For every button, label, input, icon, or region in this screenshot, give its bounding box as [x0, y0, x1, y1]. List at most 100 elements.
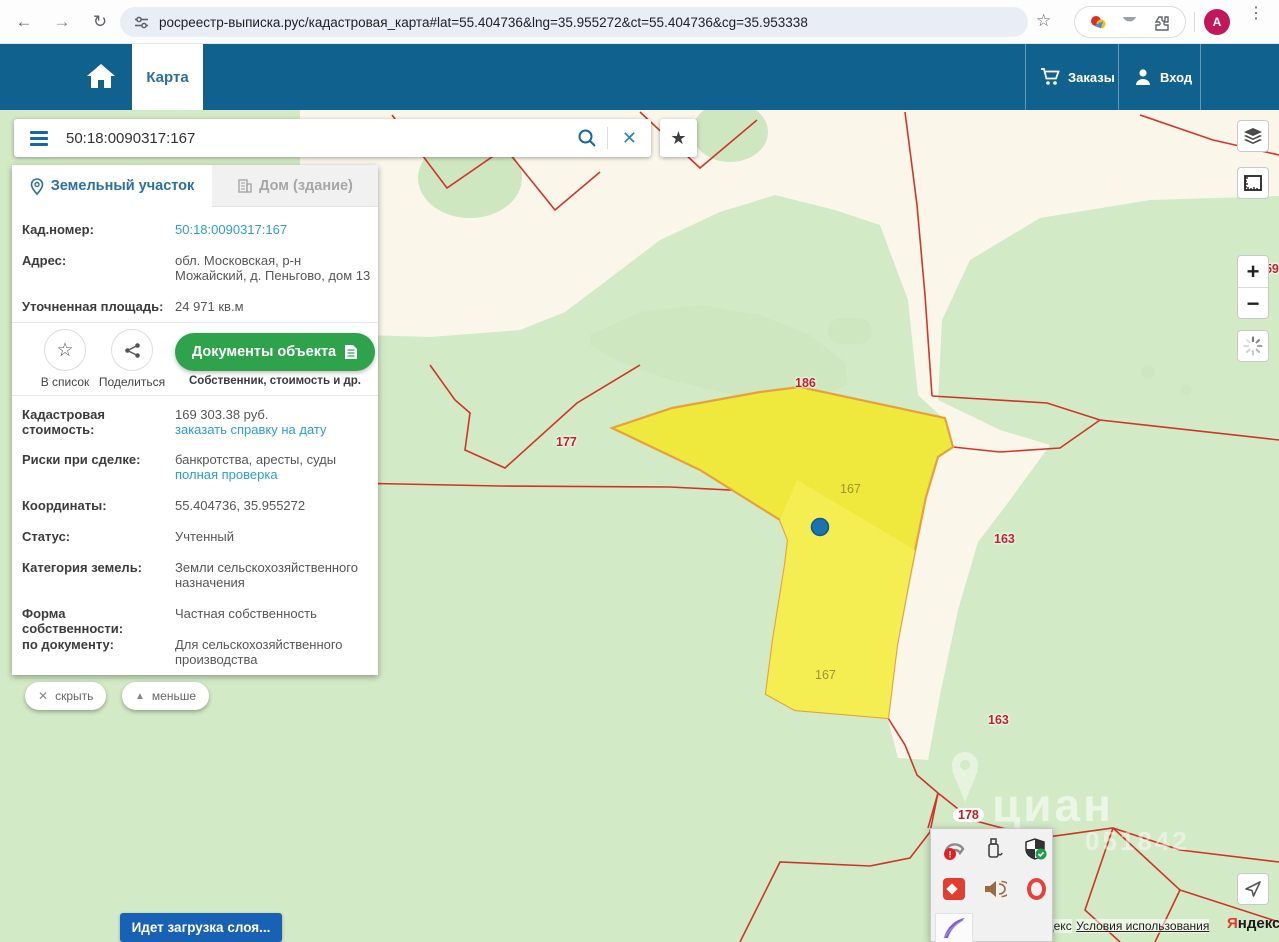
field-label: Уточненная площадь:	[22, 299, 170, 314]
parcel-label-186: 186	[795, 376, 816, 390]
share-button[interactable]	[111, 329, 153, 371]
yandex-logo[interactable]: Яндекс	[1227, 915, 1279, 932]
extensions-puzzle-icon[interactable]	[1153, 14, 1170, 31]
field-label: Форма собственности:	[22, 606, 170, 636]
tab-land-label: Земельный участок	[51, 178, 195, 194]
docs-button-label: Документы объекта	[192, 344, 336, 360]
by-document-value: Для сельскохозяйственного производства	[175, 637, 371, 667]
loading-spinner-button[interactable]	[1237, 330, 1269, 362]
add-to-list-button[interactable]: ☆	[44, 329, 86, 371]
red-app-icon[interactable]	[939, 874, 969, 904]
nav-orders-label: Заказы	[1068, 70, 1115, 85]
terms-of-use-link[interactable]: Условия использования	[1076, 919, 1209, 933]
extensions-pill	[1074, 6, 1186, 38]
extension-icon-1[interactable]	[1090, 14, 1107, 31]
toolbar-divider	[1194, 12, 1195, 32]
nav-orders[interactable]: Заказы	[1040, 44, 1115, 110]
zoom-control: + −	[1237, 255, 1269, 319]
measure-button[interactable]	[1237, 167, 1269, 199]
volume-icon[interactable]	[980, 874, 1010, 904]
favorites-button[interactable]: ★	[660, 119, 697, 157]
home-icon[interactable]	[84, 59, 118, 93]
parcel-label-163a: 163	[994, 532, 1015, 546]
tab-house[interactable]: Дом (здание)	[212, 165, 378, 207]
feather-pen-cell[interactable]	[935, 913, 973, 942]
nav-divider-1	[1025, 44, 1026, 110]
order-certificate-link[interactable]: заказать справку на дату	[175, 422, 327, 437]
parcel-info-panel: Земельный участок Дом (здание) Кад.номер…	[12, 165, 378, 675]
docs-button-caption: Собственник, стоимость и др.	[175, 375, 375, 387]
nav-divider-3	[1200, 44, 1201, 110]
full-check-link[interactable]: полная проверка	[175, 467, 278, 482]
field-label: Статус:	[22, 529, 170, 544]
search-bar: ✕	[14, 119, 651, 157]
bookmark-star-icon[interactable]: ☆	[1036, 11, 1051, 31]
watermark-digits: 051842	[1085, 826, 1190, 857]
nav-login-label: Вход	[1160, 70, 1192, 85]
field-label: Риски при сделке:	[22, 452, 170, 467]
yandex-logo-first-letter: Я	[1227, 915, 1238, 932]
back-button[interactable]: ←	[10, 8, 38, 36]
map-attribution: ндекс Условия использования	[1040, 917, 1209, 935]
layers-button[interactable]	[1237, 120, 1269, 152]
field-label: Адрес:	[22, 253, 170, 268]
field-value: 24 971 кв.м	[175, 299, 371, 314]
search-icon[interactable]	[577, 128, 597, 148]
geolocate-button[interactable]	[1237, 873, 1269, 905]
menu-kebab-icon[interactable]: ⋮	[1248, 9, 1260, 18]
field-value: обл. Московская, р-н Можайский, д. Пеньг…	[175, 253, 371, 283]
headset-alert-icon[interactable]: !	[939, 834, 969, 864]
zoom-out-button[interactable]: −	[1238, 288, 1268, 319]
parcel-label-178: 178	[953, 808, 984, 822]
reload-button[interactable]: ↻	[86, 8, 114, 36]
field-value: 169 303.38 руб. заказать справку на дату	[175, 407, 371, 437]
forward-button[interactable]: →	[48, 8, 76, 36]
usb-device-icon[interactable]	[980, 834, 1010, 864]
hide-label: скрыть	[55, 689, 93, 703]
extension-icon-2[interactable]	[1121, 16, 1138, 28]
share-label: Поделиться	[94, 375, 170, 389]
site-settings-icon[interactable]	[134, 15, 149, 30]
nav-divider-2	[1118, 44, 1119, 110]
security-shield-icon[interactable]	[1021, 834, 1051, 864]
yandex-logo-rest: ндекс	[1238, 915, 1279, 932]
less-label: меньше	[152, 689, 196, 703]
geolocate-arrow-icon	[1244, 880, 1262, 898]
panel-divider	[12, 322, 378, 323]
coordinates-value: 55.404736, 35.955272	[175, 498, 371, 513]
zoom-in-button[interactable]: +	[1238, 256, 1268, 288]
parcel-label-177: 177	[556, 435, 577, 449]
tab-land-parcel[interactable]: Земельный участок	[12, 165, 212, 207]
chevron-up-icon: ▲	[135, 691, 145, 702]
close-icon: ✕	[38, 689, 48, 703]
risks-value: банкротства, аресты, суды	[175, 452, 336, 467]
address-bar[interactable]: росреестр-выписка.рус/кадастровая_карта#…	[120, 7, 1028, 37]
panel-divider	[12, 395, 378, 396]
land-category-value: Земли сельскохозяйственного назначения	[175, 560, 371, 590]
url-text: росреестр-выписка.рус/кадастровая_карта#…	[159, 15, 808, 30]
clear-search-icon[interactable]: ✕	[608, 128, 651, 149]
parcel-point-marker	[812, 519, 829, 536]
tab-map[interactable]: Карта	[132, 44, 203, 110]
profile-avatar[interactable]: A	[1204, 9, 1230, 35]
parcel-label-167a: 167	[840, 482, 861, 496]
layer-loading-badge: Идет загрузка слоя...	[120, 913, 282, 942]
field-label: Кад.номер:	[22, 222, 170, 237]
cadastral-number-link[interactable]: 50:18:0090317:167	[175, 222, 371, 237]
cadastral-map-app: циан 051842 186 177 167 163 167 163 178 …	[0, 0, 1279, 942]
field-label: по документу:	[22, 637, 170, 652]
search-input[interactable]	[64, 129, 577, 148]
cart-icon	[1040, 68, 1060, 86]
object-documents-button[interactable]: Документы объекта	[175, 333, 375, 371]
hide-panel-button[interactable]: ✕ скрыть	[25, 682, 106, 710]
svg-text:!: !	[949, 850, 952, 860]
field-value: банкротства, аресты, суды полная проверк…	[175, 452, 371, 482]
nav-login[interactable]: Вход	[1134, 44, 1192, 110]
collapse-panel-button[interactable]: ▲ меньше	[122, 682, 209, 710]
status-value: Учтенный	[175, 529, 371, 544]
opera-icon[interactable]	[1021, 874, 1051, 904]
menu-burger-icon[interactable]	[14, 128, 64, 149]
add-to-list-label: В список	[27, 375, 103, 389]
field-label: Координаты:	[22, 498, 170, 513]
document-icon	[344, 344, 358, 360]
